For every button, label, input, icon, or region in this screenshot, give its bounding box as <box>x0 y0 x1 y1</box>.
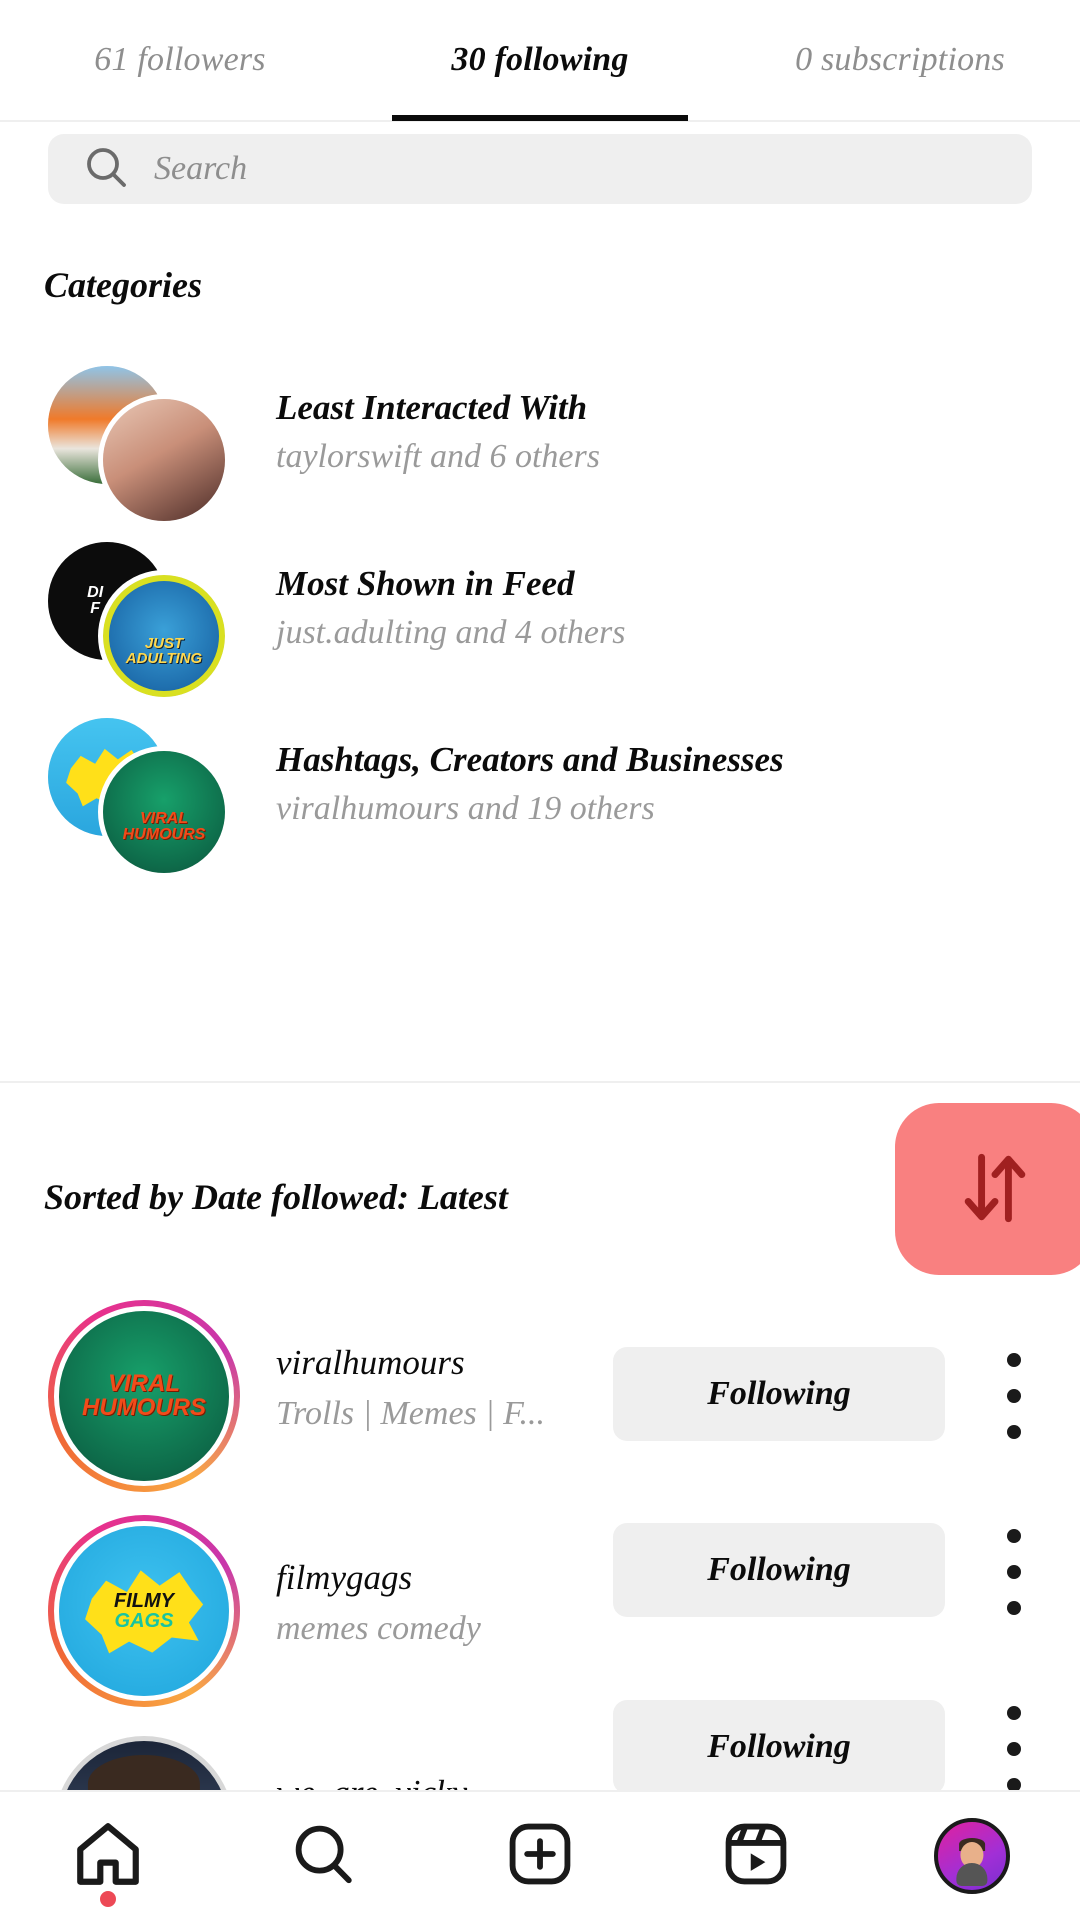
following-screen: 61 followers 30 following 0 subscription… <box>0 0 1080 1920</box>
sort-arrows-icon <box>949 1142 1041 1237</box>
category-text: Most Shown in Feed just.adulting and 4 o… <box>276 562 625 654</box>
menu-dot <box>1007 1742 1021 1756</box>
category-text: Least Interacted With taylorswift and 6 … <box>276 386 600 478</box>
username[interactable]: filmygags <box>276 1555 596 1601</box>
tab-following-label: 30 following <box>451 41 629 78</box>
user-text: viralhumours Trolls | Memes | F... <box>276 1340 596 1436</box>
tab-followers[interactable]: 61 followers <box>0 0 360 121</box>
tab-subscriptions-label: 0 subscriptions <box>795 41 1005 78</box>
menu-dot <box>1007 1425 1021 1439</box>
category-title: Most Shown in Feed <box>276 564 575 603</box>
menu-dot <box>1007 1529 1021 1543</box>
category-subtitle: taylorswift and 6 others <box>276 437 600 475</box>
sort-button[interactable] <box>895 1103 1080 1275</box>
bottom-navigation <box>0 1790 1080 1920</box>
avatar[interactable]: VIRAL HUMOURS <box>48 1300 240 1492</box>
category-subtitle: viralhumours and 19 others <box>276 789 655 827</box>
profile-avatar-icon <box>934 1818 1010 1894</box>
following-button-we-are-vicky[interactable]: Following <box>613 1700 945 1794</box>
menu-dot <box>1007 1565 1021 1579</box>
section-divider <box>0 1081 1080 1083</box>
avatar[interactable]: FILMY GAGS <box>48 1515 240 1707</box>
following-button-viralhumours[interactable]: Following <box>613 1347 945 1441</box>
reels-icon <box>721 1819 791 1894</box>
menu-dot <box>1007 1601 1021 1615</box>
category-row-least-interacted[interactable]: Least Interacted With taylorswift and 6 … <box>0 358 1080 534</box>
username[interactable]: viralhumours <box>276 1340 596 1386</box>
tab-followers-label: 61 followers <box>94 41 266 78</box>
category-avatar-stack: DI F JUST ADULTING <box>48 542 230 702</box>
menu-dot <box>1007 1706 1021 1720</box>
search-icon <box>82 143 130 196</box>
search-bar[interactable]: Search <box>48 134 1032 204</box>
category-avatar-stack: VIRAL HUMOURS <box>48 718 230 878</box>
category-avatar-stack <box>48 366 230 526</box>
nav-search[interactable] <box>264 1801 384 1911</box>
tab-following[interactable]: 30 following <box>360 0 720 121</box>
row-menu-viralhumours[interactable] <box>1000 1353 1028 1439</box>
category-row-hashtags[interactable]: VIRAL HUMOURS Hashtags, Creators and Busi… <box>0 710 1080 886</box>
search-icon <box>289 1819 359 1894</box>
avatar-primary <box>98 394 230 526</box>
nav-profile[interactable] <box>912 1801 1032 1911</box>
search-input-placeholder[interactable]: Search <box>154 150 247 188</box>
following-button-filmygags[interactable]: Following <box>613 1523 945 1617</box>
user-bio: memes comedy <box>276 1609 481 1647</box>
user-bio: Trolls | Memes | F... <box>276 1394 545 1432</box>
plus-square-icon <box>505 1819 575 1894</box>
nav-reels[interactable] <box>696 1801 816 1911</box>
nav-home[interactable] <box>48 1801 168 1911</box>
profile-tabs: 61 followers 30 following 0 subscription… <box>0 0 1080 122</box>
category-row-most-shown[interactable]: DI F JUST ADULTING Most Shown in Feed just… <box>0 534 1080 710</box>
home-badge <box>100 1891 116 1907</box>
home-icon <box>71 1817 145 1896</box>
category-text: Hashtags, Creators and Businesses viralh… <box>276 738 784 830</box>
menu-dot <box>1007 1389 1021 1403</box>
category-title: Least Interacted With <box>276 388 588 427</box>
category-title: Hashtags, Creators and Businesses <box>276 740 784 779</box>
row-menu-we-are-vicky[interactable] <box>1000 1706 1028 1792</box>
nav-create[interactable] <box>480 1801 600 1911</box>
user-text: filmygags memes comedy <box>276 1555 596 1651</box>
categories-heading: Categories <box>44 265 202 305</box>
row-menu-filmygags[interactable] <box>1000 1529 1028 1615</box>
category-subtitle: just.adulting and 4 others <box>276 613 626 651</box>
avatar-primary: VIRAL HUMOURS <box>98 746 230 878</box>
sort-label: Sorted by Date followed: Latest <box>44 1177 508 1217</box>
tab-subscriptions[interactable]: 0 subscriptions <box>720 0 1080 121</box>
avatar-primary: JUST ADULTING <box>98 570 230 702</box>
search-bar-wrapper: Search <box>48 134 1032 204</box>
menu-dot <box>1007 1353 1021 1367</box>
categories-list: Least Interacted With taylorswift and 6 … <box>0 358 1080 886</box>
